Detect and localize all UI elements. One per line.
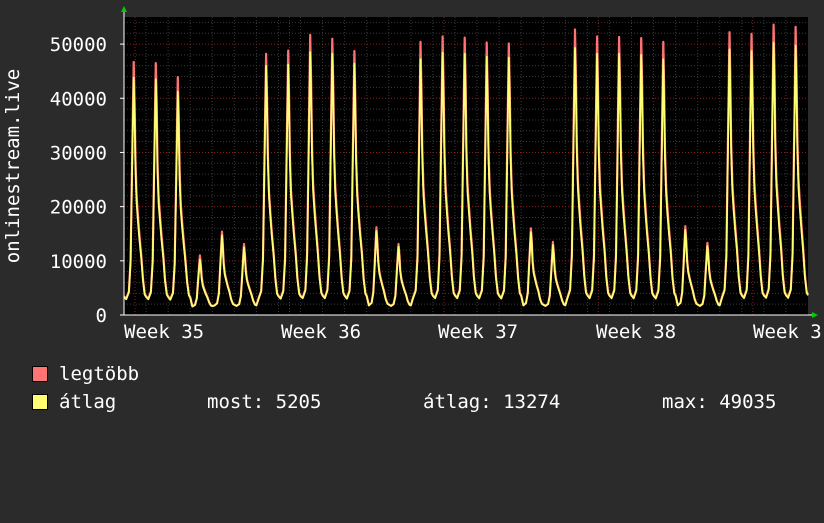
y-tick-label: 0 xyxy=(96,305,107,327)
x-tick-label: Week 35 xyxy=(124,321,204,343)
y-axis-label: onlinestream.live xyxy=(2,69,24,263)
y-tick-label: 50000 xyxy=(50,34,107,56)
y-tick-label: 30000 xyxy=(50,142,107,164)
x-tick-label: Week 36 xyxy=(281,321,361,343)
x-tick-label: Week 38 xyxy=(596,321,676,343)
stat-maximum: max: 49035 xyxy=(662,391,777,413)
stat-now: most: 5205 xyxy=(207,391,322,413)
x-axis-ticks: Week 35 Week 36 Week 37 Week 38 Week 3 xyxy=(124,321,822,343)
legend-item-max: legtöbb xyxy=(32,363,139,385)
y-tick-label: 20000 xyxy=(50,197,107,219)
x-tick-label: Week 37 xyxy=(438,321,518,343)
y-tick-label: 40000 xyxy=(50,88,107,110)
legend-label-max: legtöbb xyxy=(59,363,140,385)
y-axis-arrow xyxy=(121,6,127,12)
legend-swatch-max xyxy=(32,366,48,382)
y-tick-label: 10000 xyxy=(50,251,107,273)
legend-swatch-avg xyxy=(32,394,48,410)
line-chart: 01000020000300004000050000 Week 35 Week 3… xyxy=(2,6,822,343)
legend-item-avg: átlag most: 5205 átlag: 13274 max: 49035 xyxy=(32,391,812,413)
legend-label-avg: átlag xyxy=(59,391,117,413)
y-axis-ticks: 0 10000 20000 30000 40000 50000 xyxy=(50,34,124,327)
x-tick-label: Week 3 xyxy=(753,321,822,343)
x-axis-arrow xyxy=(812,312,818,318)
stat-average: átlag: 13274 xyxy=(423,391,561,413)
